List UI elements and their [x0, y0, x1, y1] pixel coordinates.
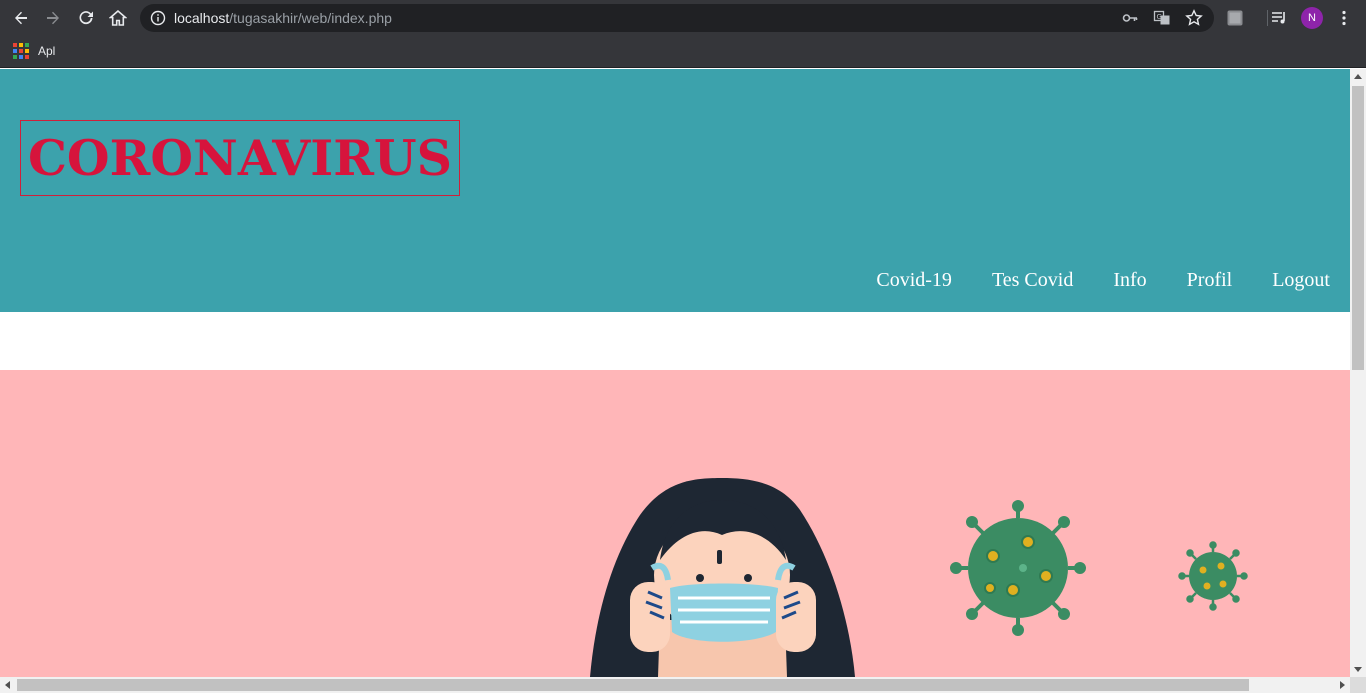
home-icon	[109, 9, 127, 26]
scroll-down-icon[interactable]	[1354, 667, 1362, 672]
site-header: CORONAVIRUS Covid-19 Tes Covid Info Prof…	[0, 69, 1350, 312]
star-icon[interactable]	[1184, 8, 1204, 28]
back-button[interactable]	[9, 6, 33, 30]
nav-profil[interactable]: Profil	[1187, 269, 1233, 292]
back-icon	[15, 11, 27, 25]
reload-icon	[79, 11, 93, 25]
key-icon[interactable]	[1120, 8, 1140, 28]
virus-illustration-large	[950, 500, 1086, 636]
svg-text:G: G	[1157, 13, 1162, 21]
url-text[interactable]: localhost/tugasakhir/web/index.php	[174, 10, 392, 26]
hero-banner	[0, 370, 1350, 677]
woman-mask-illustration	[590, 478, 855, 677]
reload-button[interactable]	[74, 6, 98, 30]
logo-text: CORONAVIRUS	[27, 129, 453, 187]
address-bar[interactable]: localhost/tugasakhir/web/index.php G	[140, 4, 1214, 32]
bookmark-apps-label[interactable]: Apl	[38, 44, 55, 58]
scroll-right-icon[interactable]	[1340, 681, 1345, 689]
vertical-scroll-thumb[interactable]	[1352, 86, 1364, 370]
bookmarks-bar: Apl	[0, 36, 1366, 68]
media-icon[interactable]	[1269, 8, 1289, 28]
forward-button[interactable]	[41, 6, 65, 30]
nav-logout[interactable]: Logout	[1272, 269, 1330, 292]
scroll-up-icon[interactable]	[1354, 74, 1362, 79]
site-logo[interactable]: CORONAVIRUS	[20, 120, 460, 196]
info-icon[interactable]	[148, 8, 168, 28]
horizontal-scrollbar[interactable]	[0, 677, 1350, 693]
nav-info[interactable]: Info	[1113, 269, 1146, 292]
main-nav: Covid-19 Tes Covid Info Profil Logout	[876, 269, 1330, 292]
extension-icon[interactable]	[1225, 8, 1245, 28]
page-viewport: CORONAVIRUS Covid-19 Tes Covid Info Prof…	[0, 69, 1350, 677]
horizontal-scroll-thumb[interactable]	[17, 679, 1249, 691]
browser-toolbar: localhost/tugasakhir/web/index.php G N	[0, 0, 1366, 36]
vertical-scrollbar[interactable]	[1350, 69, 1366, 677]
translate-icon[interactable]: G	[1152, 8, 1172, 28]
forward-icon	[47, 11, 59, 25]
scrollbar-corner	[1350, 677, 1366, 693]
url-host: localhost	[174, 10, 230, 26]
virus-illustration-small	[1178, 541, 1248, 611]
profile-avatar[interactable]: N	[1301, 7, 1323, 29]
hero-illustration	[590, 478, 1248, 677]
nav-covid-19[interactable]: Covid-19	[876, 269, 952, 292]
url-path: /tugasakhir/web/index.php	[229, 10, 392, 26]
apps-icon[interactable]	[13, 43, 29, 59]
scroll-left-icon[interactable]	[5, 681, 10, 689]
home-button[interactable]	[106, 6, 130, 30]
nav-tes-covid[interactable]: Tes Covid	[992, 269, 1073, 292]
menu-icon[interactable]	[1334, 8, 1354, 28]
